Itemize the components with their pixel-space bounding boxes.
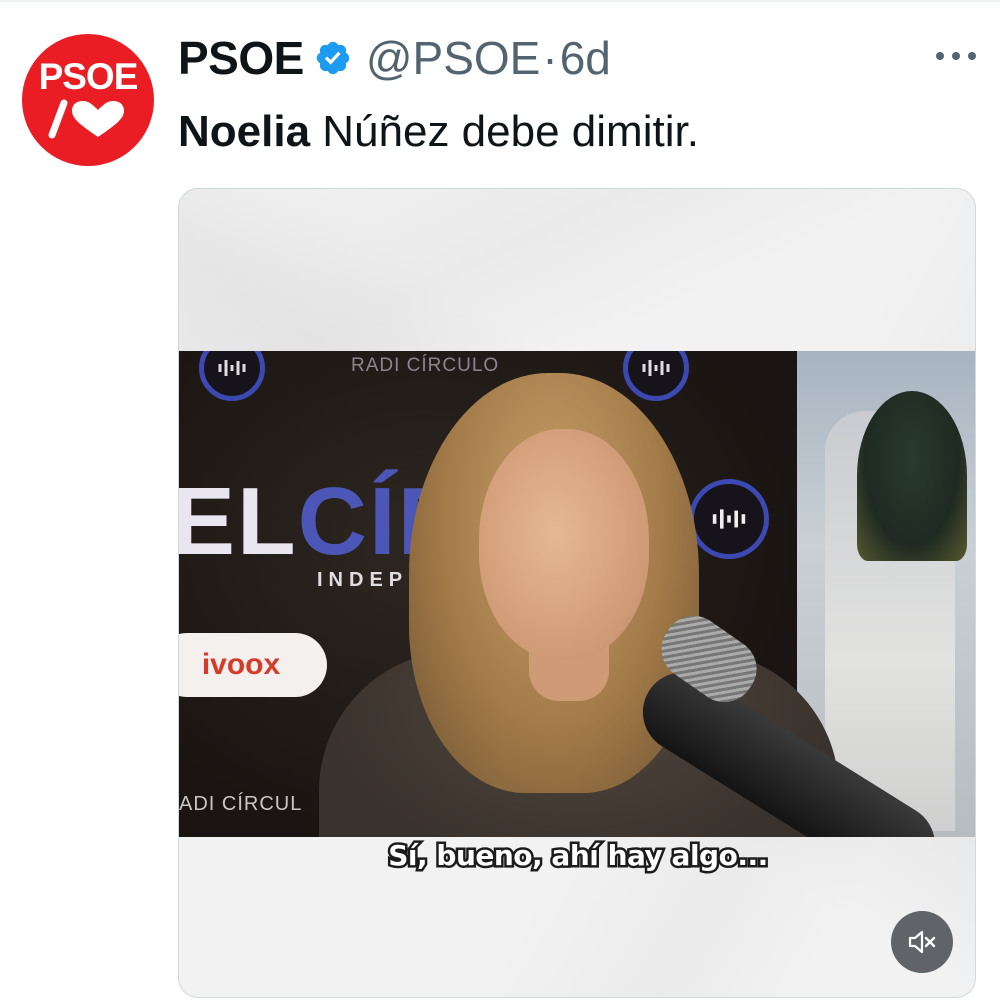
speaker-muted-icon: [908, 930, 936, 954]
timestamp[interactable]: 6d: [560, 31, 611, 85]
tweet-text-bold: Noelia: [178, 107, 311, 156]
audio-wave-icon: [689, 479, 769, 559]
video-caption: Sí, bueno, ahí hay algo...: [386, 837, 771, 875]
tweet-text: Noelia Núñez debe dimitir.: [178, 104, 699, 160]
sign-radio-circulo-top: RADI CÍRCULO: [351, 355, 500, 376]
verified-badge-icon: [316, 41, 350, 75]
display-name[interactable]: PSOE: [178, 31, 304, 85]
dome-image: [857, 391, 967, 561]
sign-el: EL: [179, 468, 298, 575]
avatar-logo-text: PSOE: [38, 55, 139, 97]
sign-ivoox: ivoox: [179, 633, 327, 697]
mute-button[interactable]: [891, 911, 953, 973]
avatar[interactable]: PSOE: [22, 34, 154, 166]
separator-dot: ·: [542, 32, 558, 84]
heart-icon: [48, 99, 124, 138]
author-handle[interactable]: @PSOE: [366, 31, 541, 85]
video-frame[interactable]: RADI CÍRCULO ELCÍR INDEP ivoox ADI CÍRCU…: [179, 351, 975, 837]
sign-indep: INDEP: [317, 569, 409, 591]
tweet-text-rest: Núñez debe dimitir.: [310, 107, 699, 156]
sign-radio-circulo-bottom: ADI CÍRCUL: [179, 793, 303, 815]
tweet-header: PSOE @PSOE · 6d: [178, 28, 611, 88]
person-face: [479, 429, 649, 659]
video-media-card[interactable]: RADI CÍRCULO ELCÍR INDEP ivoox ADI CÍRCU…: [178, 188, 976, 998]
more-horizontal-icon[interactable]: [936, 46, 976, 66]
top-divider: [0, 0, 1000, 2]
